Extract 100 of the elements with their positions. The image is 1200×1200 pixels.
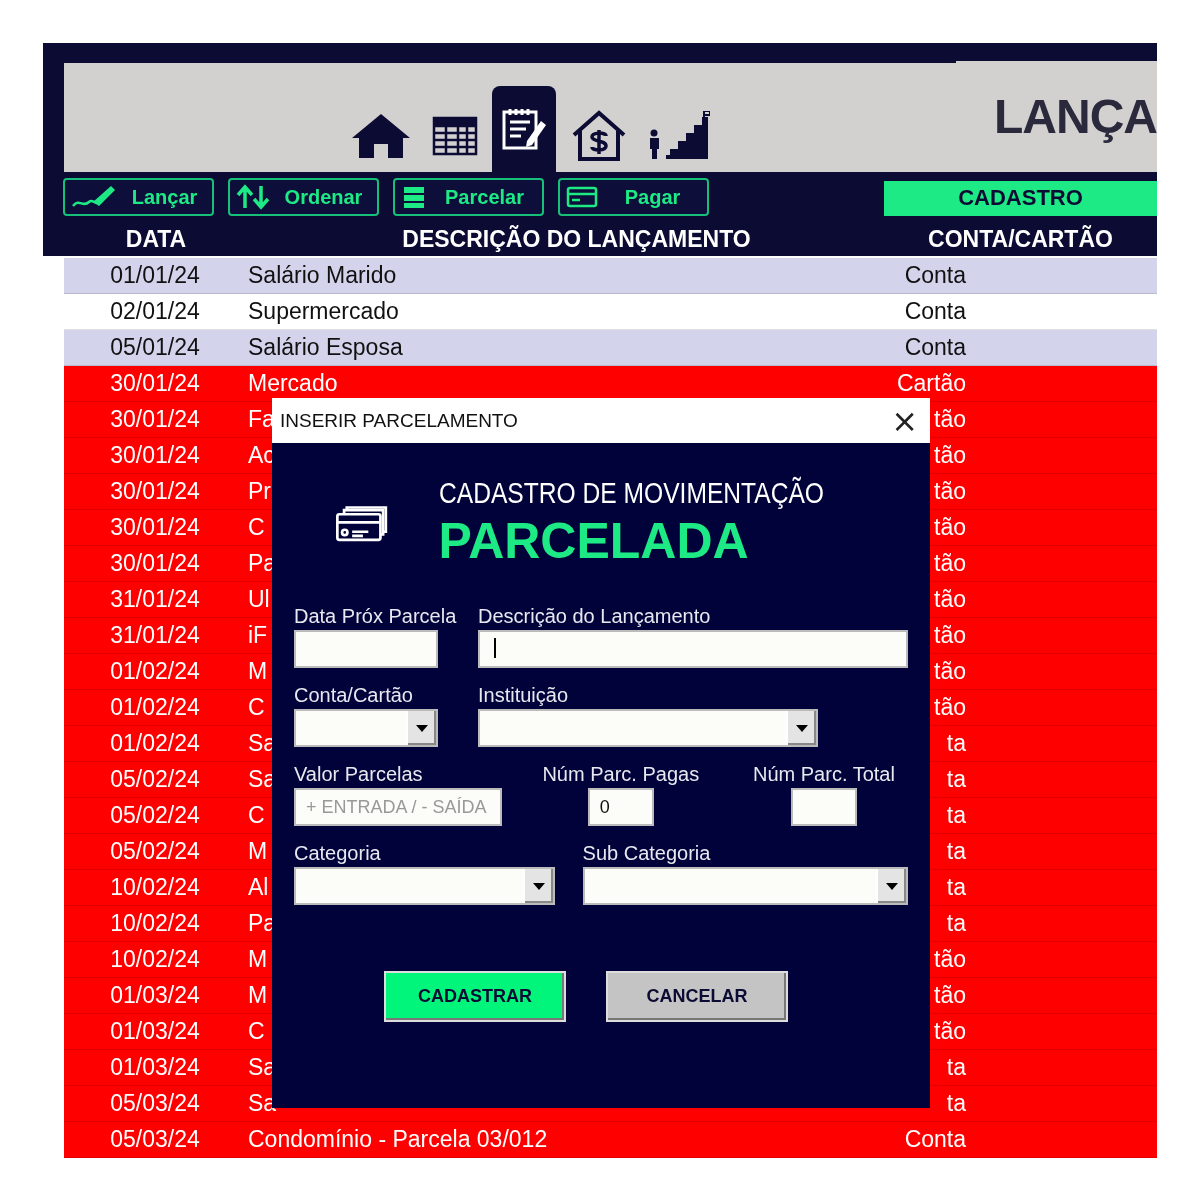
field-label: Descrição do Lançamento	[478, 604, 711, 629]
date-cell: 01/03/24	[110, 1054, 200, 1080]
description-cell: M	[248, 658, 268, 684]
field-label: Instituição	[478, 683, 569, 708]
account-cell: tão	[934, 1018, 966, 1044]
account-cell: tão	[934, 622, 966, 648]
notepad-icon	[501, 107, 547, 151]
field-label: Núm Parc. Pagas	[542, 762, 700, 787]
date-cell: 01/03/24	[110, 1018, 200, 1044]
column-header: CONTA/CARTÃO	[927, 225, 1114, 253]
nav-tab[interactable]	[492, 86, 556, 172]
description-cell: C	[248, 802, 265, 828]
action-button[interactable]: Parcelar	[393, 178, 544, 216]
column-header: DESCRIÇÃO DO LANÇAMENTO	[401, 225, 752, 253]
account-cell: tão	[934, 982, 966, 1008]
account-cell: ta	[946, 766, 966, 792]
description-cell: M	[248, 946, 268, 972]
account-cell: tão	[934, 514, 966, 540]
date-cell: 01/02/24	[110, 658, 200, 684]
text-field[interactable]	[478, 630, 908, 668]
dropdown-arrow-button[interactable]	[786, 711, 816, 745]
table-icon	[432, 116, 478, 156]
date-cell: 10/02/24	[110, 910, 200, 936]
date-cell: 30/01/24	[110, 442, 200, 468]
field-label: Categoria	[294, 841, 381, 866]
date-cell: 01/02/24	[110, 694, 200, 720]
description-cell: Supermercado	[248, 298, 399, 324]
field-label: Data Próx Parcela	[294, 604, 457, 629]
caret-icon	[416, 724, 428, 732]
caret-icon	[532, 882, 545, 890]
dropdown-arrow-button[interactable]	[522, 869, 553, 903]
description-cell: Pr	[248, 478, 271, 504]
page-title: LANÇA	[994, 88, 1157, 145]
account-cell: tão	[934, 658, 966, 684]
dropdown-arrow-button[interactable]	[876, 869, 906, 903]
field-label: Conta/Cartão	[294, 683, 413, 708]
caret-icon	[796, 724, 808, 732]
account-cell: tão	[934, 586, 966, 612]
date-cell: 05/02/24	[110, 802, 200, 828]
action-button[interactable]: Ordenar	[228, 178, 379, 216]
date-cell: 01/01/24	[110, 262, 200, 288]
date-cell: 31/01/24	[110, 622, 200, 648]
action-button[interactable]: Pagar	[558, 178, 709, 216]
account-cell: ta	[946, 1054, 966, 1080]
account-cell: tão	[934, 442, 966, 468]
register-button[interactable]: CADASTRAR	[384, 971, 566, 1022]
date-cell: 05/03/24	[110, 1090, 200, 1116]
date-cell: 30/01/24	[110, 514, 200, 540]
account-cell: ta	[946, 838, 966, 864]
date-cell: 05/03/24	[110, 1126, 200, 1152]
description-cell: C	[248, 694, 265, 720]
text-field[interactable]	[294, 630, 438, 668]
description-cell: C	[248, 1018, 265, 1044]
card-icon	[566, 186, 598, 208]
description-cell: Al	[248, 874, 269, 900]
account-cell: tão	[934, 694, 966, 720]
date-cell: 10/02/24	[110, 874, 200, 900]
account-cell: ta	[946, 874, 966, 900]
account-cell: Conta	[904, 262, 966, 288]
text-field[interactable]: + ENTRADA / - SAÍDA	[294, 788, 502, 826]
description-cell: M	[248, 838, 268, 864]
date-cell: 01/03/24	[110, 982, 200, 1008]
sort-arrows-icon	[236, 184, 270, 210]
text-field[interactable]	[790, 788, 857, 826]
server-icon	[401, 185, 427, 209]
column-header: DATA	[124, 225, 188, 253]
text-field[interactable]: 0	[587, 788, 654, 826]
date-cell: 02/01/24	[110, 298, 200, 324]
caret-icon	[886, 882, 898, 890]
account-cell: ta	[946, 1090, 966, 1116]
date-cell: 05/01/24	[110, 334, 200, 360]
date-cell: 30/01/24	[110, 406, 200, 432]
account-cell: ta	[946, 910, 966, 936]
description-cell: Mercado	[248, 370, 338, 396]
date-cell: 30/01/24	[110, 478, 200, 504]
account-cell: tão	[934, 550, 966, 576]
house-dollar-icon	[570, 109, 628, 163]
description-cell: Condomínio - Parcela 03/012	[248, 1126, 548, 1152]
account-cell: ta	[946, 730, 966, 756]
date-cell: 05/02/24	[110, 766, 200, 792]
action-button[interactable]: Lançar	[63, 178, 214, 216]
dialog-heading: CADASTRO DE MOVIMENTAÇÃO	[438, 476, 824, 510]
description-cell: C	[248, 514, 265, 540]
description-cell: M	[248, 982, 268, 1008]
account-cell: tão	[934, 946, 966, 972]
cancel-button[interactable]: CANCELAR	[606, 971, 788, 1022]
dialog-subheading: PARCELADA	[438, 512, 750, 570]
date-cell: 30/01/24	[110, 550, 200, 576]
close-button[interactable]: ×	[887, 404, 922, 437]
description-cell: iF	[248, 622, 268, 648]
date-cell: 01/02/24	[110, 730, 200, 756]
date-cell: 30/01/24	[110, 370, 200, 396]
section-label: CADASTRO	[884, 180, 1157, 216]
stairs-person-icon	[648, 111, 710, 161]
date-cell: 05/02/24	[110, 838, 200, 864]
account-cell: tão	[934, 406, 966, 432]
dropdown-arrow-button[interactable]	[406, 711, 436, 745]
account-cell: tão	[934, 478, 966, 504]
description-cell: Salário Marido	[248, 262, 397, 288]
home-icon	[350, 112, 412, 160]
